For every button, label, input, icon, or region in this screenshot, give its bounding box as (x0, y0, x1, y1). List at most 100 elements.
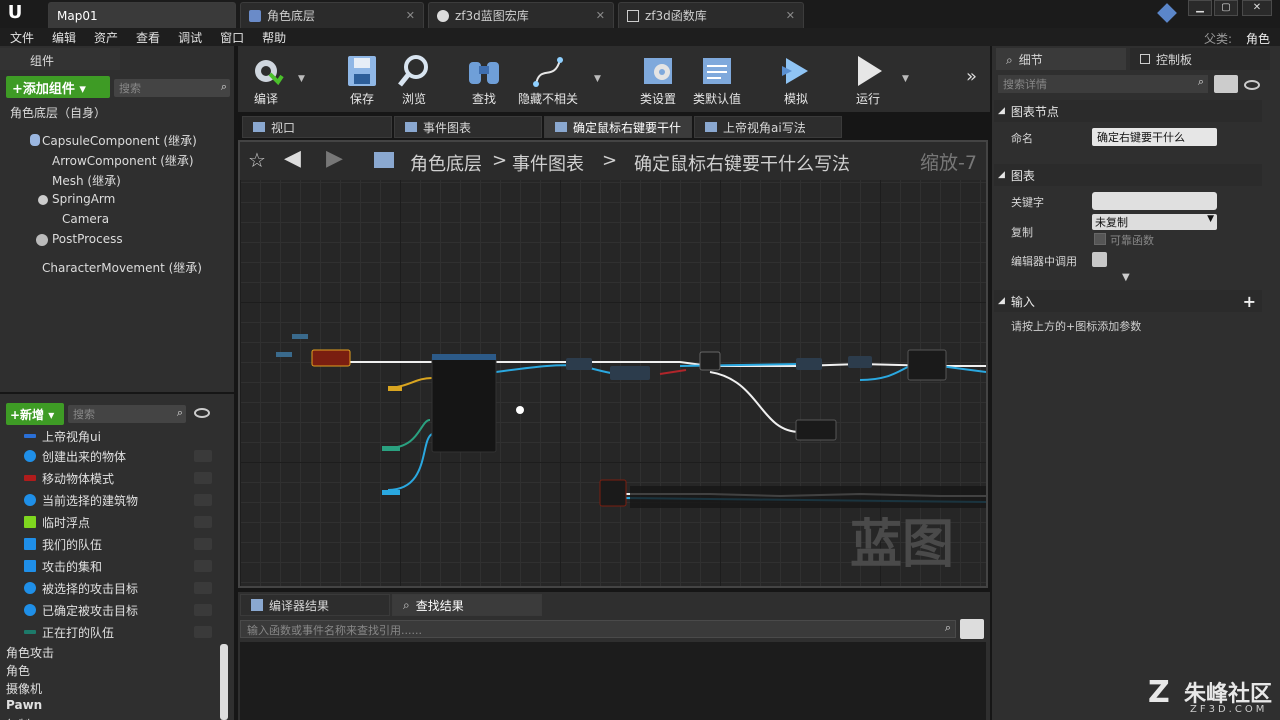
visibility-eye-icon[interactable] (194, 408, 210, 418)
component-arrow[interactable]: ArrowComponent (继承) (52, 152, 194, 169)
parent-class-value[interactable]: 角色 (1246, 30, 1270, 47)
new-button[interactable]: +新增 ▾ (6, 403, 64, 425)
variable-item[interactable]: 当前选择的建筑物 (24, 490, 212, 510)
component-springarm[interactable]: SpringArm (52, 192, 115, 206)
replicate-dropdown[interactable]: 未复制 ▼ (1092, 214, 1217, 230)
class-settings-button[interactable]: 类设置 (630, 48, 686, 108)
browse-button[interactable]: 浏览 (386, 48, 442, 108)
component-camera[interactable]: Camera (62, 212, 109, 226)
hide-unrelated-dropdown-icon[interactable]: ▼ (594, 74, 601, 84)
variable-item[interactable]: 创建出来的物体 (24, 446, 212, 466)
maximize-button[interactable]: ▢ (1214, 0, 1238, 16)
graph-editor[interactable]: ☆ ◀ ▶ 角色底层 > 事件图表 > 确定鼠标右键要干什么写法 缩放-7 蓝图 (238, 140, 988, 588)
category-character-attack[interactable]: 角色攻击 (6, 644, 54, 661)
tab-find-results[interactable]: ⌕ 查找结果 (392, 594, 542, 616)
compile-button[interactable]: 编译 (238, 48, 294, 108)
play-button[interactable]: 运行 (840, 48, 896, 108)
menu-edit[interactable]: 编辑 (52, 29, 76, 46)
doc-tab-character-base[interactable]: 角色底层 ✕ (240, 2, 424, 28)
variable-eye-icon[interactable] (194, 560, 212, 572)
variable-eye-icon[interactable] (194, 516, 212, 528)
details-search-input[interactable]: 搜索详情 ⌕ (998, 75, 1208, 93)
find-button[interactable]: 查找 (456, 48, 512, 108)
doc-tab-function-library[interactable]: zf3d函数库 ✕ (618, 2, 804, 28)
section-graph[interactable]: ◢ 图表 (994, 164, 1262, 186)
components-tab[interactable]: 组件 (0, 48, 120, 70)
variable-item[interactable]: 已确定被攻击目标 (24, 600, 212, 620)
close-icon[interactable]: ✕ (596, 9, 605, 22)
save-button[interactable]: 保存 (334, 48, 390, 108)
keyword-input[interactable] (1092, 192, 1217, 210)
palette-tab[interactable]: 控制板 (1130, 48, 1270, 70)
unreal-logo-icon[interactable]: U (4, 2, 26, 24)
scrollbar[interactable] (220, 644, 228, 720)
call-in-editor-checkbox[interactable] (1092, 252, 1107, 267)
menu-window[interactable]: 窗口 (220, 29, 244, 46)
category-camera[interactable]: 摄像机 (6, 680, 42, 697)
close-icon[interactable]: ✕ (406, 9, 415, 22)
doc-tab-macro-library[interactable]: zf3d蓝图宏库 ✕ (428, 2, 614, 28)
class-defaults-button[interactable]: 类默认值 (688, 48, 746, 108)
favorite-star-icon[interactable]: ☆ (248, 148, 266, 172)
tab-function-graph[interactable]: 确定鼠标右键要干什 (544, 116, 692, 138)
details-tab[interactable]: ⌕ 细节 (996, 48, 1126, 70)
variable-item[interactable]: 我们的队伍 (24, 534, 212, 554)
variable-eye-icon[interactable] (194, 494, 212, 506)
variable-eye-icon[interactable] (194, 472, 212, 484)
menu-asset[interactable]: 资产 (94, 29, 118, 46)
variable-item[interactable]: 上帝视角ui (24, 426, 101, 446)
tab-compiler-results[interactable]: 编译器结果 (240, 594, 390, 616)
compile-dropdown-icon[interactable]: ▼ (298, 74, 305, 84)
name-input[interactable]: 确定右键要干什么 (1092, 128, 1217, 146)
forward-arrow-icon[interactable]: ▶ (326, 146, 343, 171)
blueprint-search-input[interactable]: 搜索 ⌕ (68, 405, 186, 423)
advanced-expand-icon[interactable]: ▼ (1122, 272, 1130, 283)
toolbar-overflow-icon[interactable]: » (966, 66, 977, 87)
add-input-plus-icon[interactable]: + (1243, 292, 1256, 311)
hide-unrelated-button[interactable]: 隐藏不相关 (512, 48, 584, 108)
add-component-button[interactable]: +添加组件 ▾ (6, 76, 110, 98)
variable-eye-icon[interactable] (194, 582, 212, 594)
menu-view[interactable]: 查看 (136, 29, 160, 46)
back-arrow-icon[interactable]: ◀ (284, 146, 301, 171)
close-window-button[interactable]: ✕ (1242, 0, 1272, 16)
menu-file[interactable]: 文件 (10, 29, 34, 46)
simulate-button[interactable]: 模拟 (768, 48, 824, 108)
component-charactermovement[interactable]: CharacterMovement (继承) (42, 259, 202, 276)
tab-event-graph[interactable]: 事件图表 (394, 116, 542, 138)
category-replication[interactable]: 复制 (6, 716, 30, 720)
notification-icon[interactable] (1157, 3, 1177, 23)
tab-viewport[interactable]: 视口 (242, 116, 392, 138)
find-all-binoculars-icon[interactable] (960, 619, 984, 639)
variable-eye-icon[interactable] (194, 450, 212, 462)
variable-item[interactable]: 临时浮点 (24, 512, 212, 532)
variable-eye-icon[interactable] (194, 626, 212, 638)
component-search-input[interactable]: 搜索 ⌕ (114, 79, 230, 97)
component-postprocess[interactable]: PostProcess (52, 232, 123, 246)
variable-eye-icon[interactable] (194, 538, 212, 550)
minimize-button[interactable]: ▁ (1188, 0, 1212, 16)
section-graph-node[interactable]: ◢ 图表节点 (994, 100, 1262, 122)
section-inputs[interactable]: ◢ 输入 + (994, 290, 1262, 312)
breadcrumb-part2[interactable]: 事件图表 (512, 150, 584, 176)
menu-debug[interactable]: 调试 (178, 29, 202, 46)
variable-item[interactable]: 移动物体模式 (24, 468, 212, 488)
component-mesh[interactable]: Mesh (继承) (52, 172, 121, 189)
variable-item[interactable]: 正在打的队伍 (24, 622, 212, 642)
breadcrumb-part1[interactable]: 角色底层 (410, 150, 482, 176)
menu-help[interactable]: 帮助 (262, 29, 286, 46)
tab-god-view-ai[interactable]: 上帝视角ai写法 (694, 116, 842, 138)
find-results-search-input[interactable]: 输入函数或事件名称来查找引用...... ⌕ (240, 620, 956, 638)
component-root[interactable]: 角色底层（自身） (10, 104, 106, 121)
details-view-options-icon[interactable] (1214, 75, 1238, 93)
category-pawn[interactable]: Pawn (6, 698, 42, 712)
category-character[interactable]: 角色 (6, 662, 30, 679)
play-dropdown-icon[interactable]: ▼ (902, 74, 909, 84)
details-eye-icon[interactable] (1244, 80, 1260, 90)
doc-tab-map01[interactable]: Map01 (48, 2, 236, 28)
variable-eye-icon[interactable] (194, 604, 212, 616)
variable-item[interactable]: 攻击的集和 (24, 556, 212, 576)
component-capsule[interactable]: CapsuleComponent (继承) (42, 132, 197, 149)
reliable-checkbox[interactable] (1094, 233, 1106, 245)
close-icon[interactable]: ✕ (786, 9, 795, 22)
